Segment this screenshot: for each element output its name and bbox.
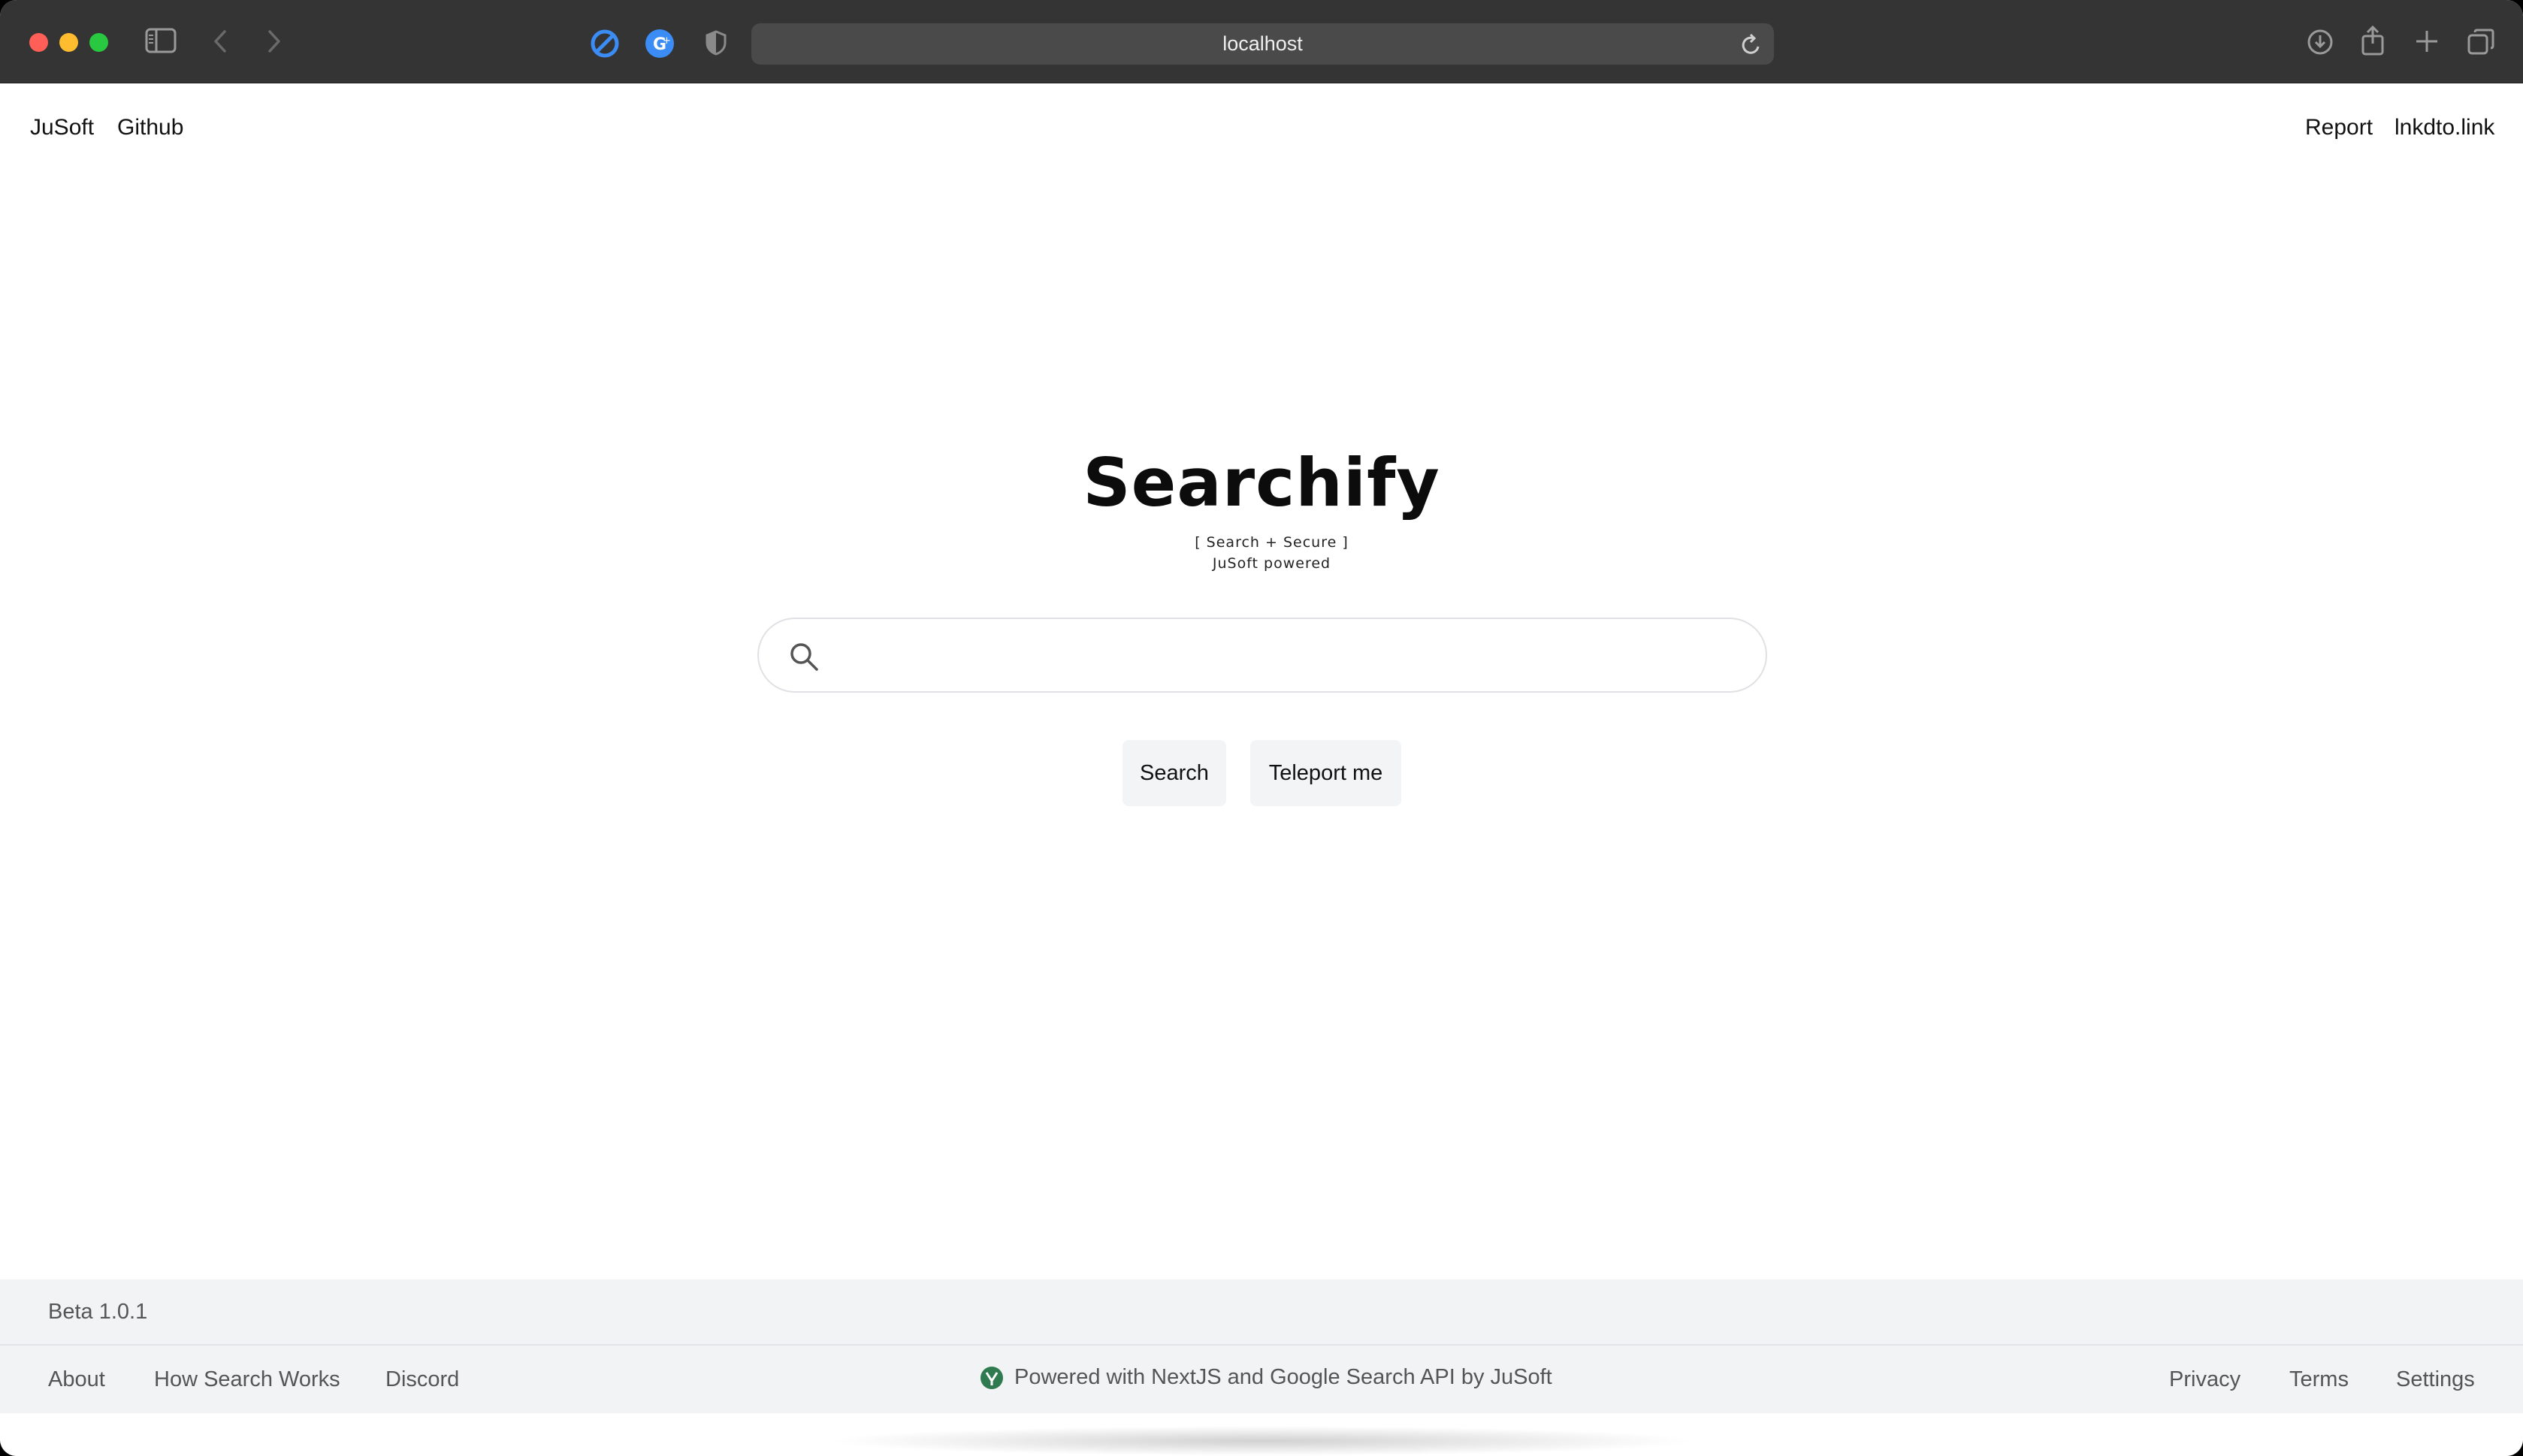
nav-link-jusoft[interactable]: JuSoft [30, 115, 94, 140]
nav-link-lnkdto[interactable]: lnkdto.link [2395, 115, 2494, 140]
browser-window: G + localhost JuSoft Github Report lnkdt… [0, 0, 2523, 1456]
close-window-button[interactable] [29, 33, 48, 52]
sidebar-icon[interactable] [145, 28, 177, 53]
page-content: JuSoft Github Report lnkdto.link Searchi… [0, 83, 2523, 1413]
browser-toolbar: G + localhost [0, 0, 2523, 83]
minimize-window-button[interactable] [59, 33, 78, 52]
footer-link-settings[interactable]: Settings [2396, 1367, 2475, 1392]
reload-icon[interactable] [1741, 33, 1762, 56]
nav-link-report[interactable]: Report [2305, 115, 2373, 140]
search-input[interactable] [834, 634, 1736, 678]
footer-top-row: Beta 1.0.1 [0, 1279, 2523, 1346]
version-label: Beta 1.0.1 [48, 1300, 148, 1324]
extension-icon[interactable]: G + [645, 29, 675, 59]
forward-icon[interactable] [267, 29, 282, 53]
footer-link-about[interactable]: About [48, 1367, 105, 1392]
privacy-shield-icon[interactable] [706, 30, 727, 56]
url-text: localhost [1222, 32, 1303, 55]
tagline: [ Search + Secure ] [1195, 534, 1349, 551]
site-logo: Searchify [1083, 444, 1440, 521]
nav-link-github[interactable]: Github [117, 115, 183, 140]
powered-by-text: JuSoft powered [1212, 555, 1331, 572]
zoom-window-button[interactable] [89, 33, 108, 52]
blocker-icon[interactable] [591, 29, 619, 58]
footer-link-discord[interactable]: Discord [385, 1367, 459, 1392]
svg-text:+: + [663, 35, 671, 47]
search-button[interactable]: Search [1123, 740, 1226, 806]
search-icon [789, 642, 819, 675]
powered-by-footer-text: Powered with NextJS and Google Search AP… [1014, 1365, 1552, 1389]
footer: Beta 1.0.1 About How Search Works Discor… [0, 1279, 2523, 1413]
leaf-icon [980, 1366, 1004, 1390]
tabs-overview-icon[interactable] [2467, 29, 2494, 56]
dock-shadow [826, 1426, 1698, 1456]
search-box[interactable] [757, 618, 1767, 693]
teleport-button[interactable]: Teleport me [1250, 740, 1401, 806]
download-icon[interactable] [2307, 29, 2334, 56]
share-icon[interactable] [2361, 26, 2385, 56]
new-tab-icon[interactable] [2415, 29, 2439, 53]
address-bar[interactable]: localhost [751, 23, 1774, 65]
footer-bottom-row: About How Search Works Discord Powered w… [0, 1347, 2523, 1413]
back-icon[interactable] [213, 29, 228, 53]
footer-link-how-search-works[interactable]: How Search Works [154, 1367, 340, 1392]
powered-by-footer: Powered with NextJS and Google Search AP… [980, 1365, 1552, 1390]
footer-link-terms[interactable]: Terms [2289, 1367, 2349, 1392]
footer-link-privacy[interactable]: Privacy [2169, 1367, 2240, 1392]
